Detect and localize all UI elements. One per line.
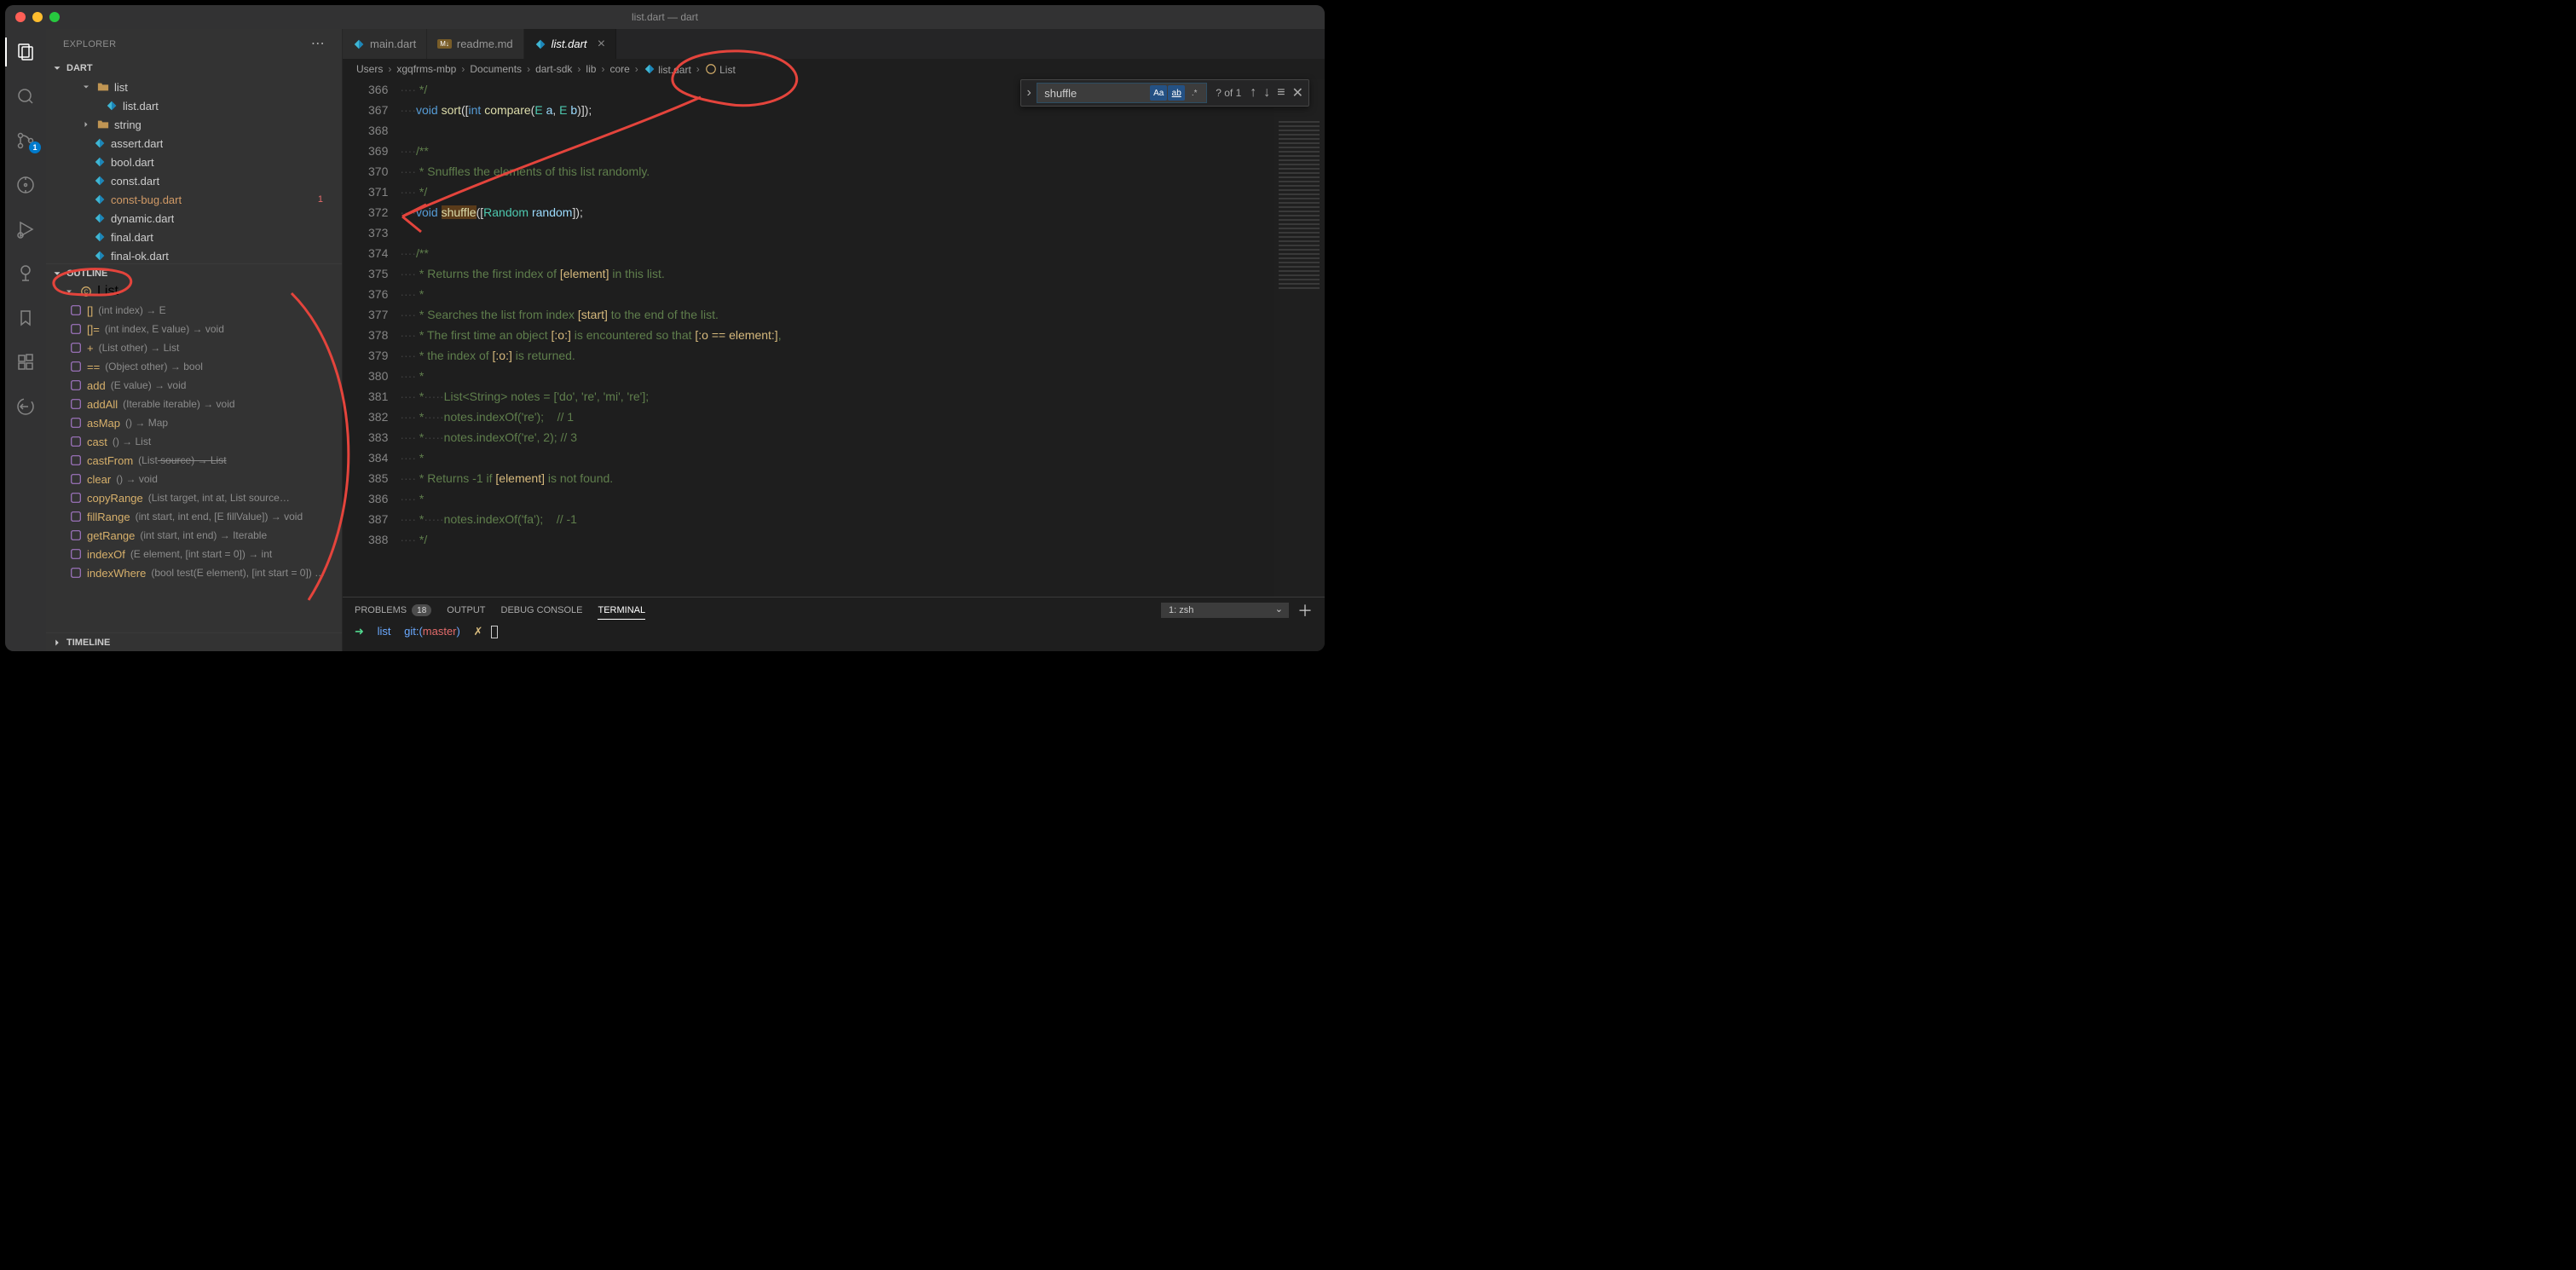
editor[interactable]: 3663673683693703713723733743753763773783… — [343, 79, 1325, 597]
activity-bar: 1 — [5, 29, 46, 651]
breadcrumb[interactable]: Users›xgqfrms-mbp›Documents›dart-sdk›lib… — [343, 59, 1325, 79]
find-result: ? of 1 — [1207, 87, 1250, 99]
breadcrumb-item[interactable]: core — [609, 63, 629, 75]
code[interactable]: ···· */····void sort([int compare(E a, E… — [400, 79, 801, 597]
breadcrumb-item[interactable]: Documents — [470, 63, 522, 75]
app-window: list.dart — dart 1 — [5, 5, 1325, 651]
terminal-cursor — [491, 626, 498, 638]
outline-item[interactable]: asMap () → Map — [46, 413, 342, 432]
tab-output[interactable]: OUTPUT — [447, 605, 485, 615]
tree-activity-icon[interactable] — [5, 259, 46, 288]
scm-badge: 1 — [29, 141, 41, 153]
outline-item[interactable]: copyRange (List target, int at, List sou… — [46, 488, 342, 507]
outline-item[interactable]: getRange (int start, int end) → Iterable — [46, 526, 342, 545]
file-const-bug[interactable]: const-bug.dart1 — [46, 190, 342, 209]
file-const[interactable]: const.dart — [46, 171, 342, 190]
find-next-icon[interactable]: ↓ — [1263, 85, 1270, 101]
find-input[interactable]: shuffle Aa ab .* — [1037, 83, 1207, 103]
file-list-dart[interactable]: list.dart — [46, 96, 342, 115]
find-widget: › shuffle Aa ab .* ? of 1 ↑ ↓ ≡ ✕ — [1020, 79, 1309, 107]
file-assert[interactable]: assert.dart — [46, 134, 342, 153]
minimap[interactable] — [1274, 79, 1325, 597]
sidebar: EXPLORER ⋯ DART list list.dart — [46, 29, 343, 651]
new-terminal-icon[interactable]: ＋ — [1297, 599, 1313, 621]
tab-debug-console[interactable]: DEBUG CONSOLE — [501, 605, 583, 615]
outline-item[interactable]: fillRange (int start, int end, [E fillVa… — [46, 507, 342, 526]
sidebar-title: EXPLORER — [63, 39, 116, 49]
outline-item[interactable]: []= (int index, E value) → void — [46, 320, 342, 338]
outline-item[interactable]: castFrom (List source) → List — [46, 451, 342, 470]
outline-header[interactable]: OUTLINE — [46, 263, 342, 282]
outline-item[interactable]: + (List other) → List — [46, 338, 342, 357]
extensions-activity-icon[interactable] — [5, 348, 46, 377]
tab-terminal[interactable]: TERMINAL — [598, 605, 645, 620]
regex-toggle[interactable]: .* — [1186, 85, 1203, 101]
scm-activity-icon[interactable]: 1 — [5, 126, 46, 155]
panel-tabs: PROBLEMS18 OUTPUT DEBUG CONSOLE TERMINAL… — [343, 597, 1325, 623]
git-graph-activity-icon[interactable] — [5, 170, 46, 199]
gutter: 3663673683693703713723733743753763773783… — [343, 79, 400, 597]
find-expand-icon[interactable]: › — [1021, 85, 1037, 101]
titlebar: list.dart — dart — [5, 5, 1325, 29]
breadcrumb-item[interactable]: lib — [586, 63, 596, 75]
tabbar: main.dartM↓readme.mdlist.dart× — [343, 29, 1325, 59]
sidebar-header: EXPLORER ⋯ — [46, 29, 342, 59]
explorer-activity-icon[interactable] — [5, 38, 46, 66]
breadcrumb-item[interactable]: List — [705, 63, 736, 76]
find-prev-icon[interactable]: ↑ — [1250, 85, 1256, 101]
debug-activity-icon[interactable] — [5, 215, 46, 244]
outline-item[interactable]: add (E value) → void — [46, 376, 342, 395]
folder-list[interactable]: list — [46, 78, 342, 96]
find-selection-icon[interactable]: ≡ — [1277, 85, 1285, 101]
error-count: 1 — [318, 194, 342, 205]
terminal[interactable]: ➜ list git:(master) ✗ — [343, 623, 1325, 651]
problems-badge: 18 — [412, 604, 431, 616]
editor-area: main.dartM↓readme.mdlist.dart× Users›xgq… — [343, 29, 1325, 651]
bottom-panel: PROBLEMS18 OUTPUT DEBUG CONSOLE TERMINAL… — [343, 597, 1325, 651]
window-title: list.dart — dart — [5, 11, 1325, 23]
tab-main-dart[interactable]: main.dart — [343, 29, 427, 59]
outline-item[interactable]: [] (int index) → E — [46, 301, 342, 320]
outline-tree: [] (int index) → E[]= (int index, E valu… — [46, 301, 342, 632]
outline-item[interactable]: clear () → void — [46, 470, 342, 488]
tab-problems[interactable]: PROBLEMS18 — [355, 604, 431, 616]
outline-class-list[interactable]: C List — [46, 282, 342, 301]
whole-word-toggle[interactable]: ab — [1168, 85, 1185, 101]
close-tab-icon[interactable]: × — [598, 37, 605, 52]
breadcrumb-item[interactable]: dart-sdk — [535, 63, 572, 75]
tab-readme-md[interactable]: M↓readme.md — [427, 29, 523, 59]
file-final[interactable]: final.dart — [46, 228, 342, 246]
breadcrumb-item[interactable]: list.dart — [644, 63, 691, 76]
svg-text:C: C — [84, 290, 88, 296]
match-case-toggle[interactable]: Aa — [1150, 85, 1167, 101]
file-bool[interactable]: bool.dart — [46, 153, 342, 171]
tab-list-dart[interactable]: list.dart× — [524, 29, 616, 59]
bookmarks-activity-icon[interactable] — [5, 303, 46, 332]
file-final-ok[interactable]: final-ok.dart — [46, 246, 342, 263]
main-row: 1 EXPLORER ⋯ — [5, 29, 1325, 651]
search-activity-icon[interactable] — [5, 82, 46, 111]
outline-item[interactable]: cast () → List — [46, 432, 342, 451]
timeline-header[interactable]: TIMELINE — [46, 632, 342, 651]
find-close-icon[interactable]: ✕ — [1292, 84, 1303, 101]
file-dynamic[interactable]: dynamic.dart — [46, 209, 342, 228]
outline-item[interactable]: addAll (Iterable iterable) → void — [46, 395, 342, 413]
outline-item[interactable]: indexOf (E element, [int start = 0]) → i… — [46, 545, 342, 563]
explorer-root[interactable]: DART — [46, 59, 342, 78]
file-tree: list list.dart string assert.dart bool.d… — [46, 78, 342, 263]
more-icon[interactable]: ⋯ — [311, 38, 325, 51]
outline-item[interactable]: == (Object other) → bool — [46, 357, 342, 376]
outline-item[interactable]: indexWhere (bool test(E element), [int s… — [46, 563, 342, 582]
breadcrumb-item[interactable]: Users — [356, 63, 383, 75]
back-activity-icon[interactable] — [5, 392, 46, 421]
terminal-selector[interactable]: 1: zsh — [1161, 603, 1289, 618]
breadcrumb-item[interactable]: xgqfrms-mbp — [396, 63, 456, 75]
folder-string[interactable]: string — [46, 115, 342, 134]
